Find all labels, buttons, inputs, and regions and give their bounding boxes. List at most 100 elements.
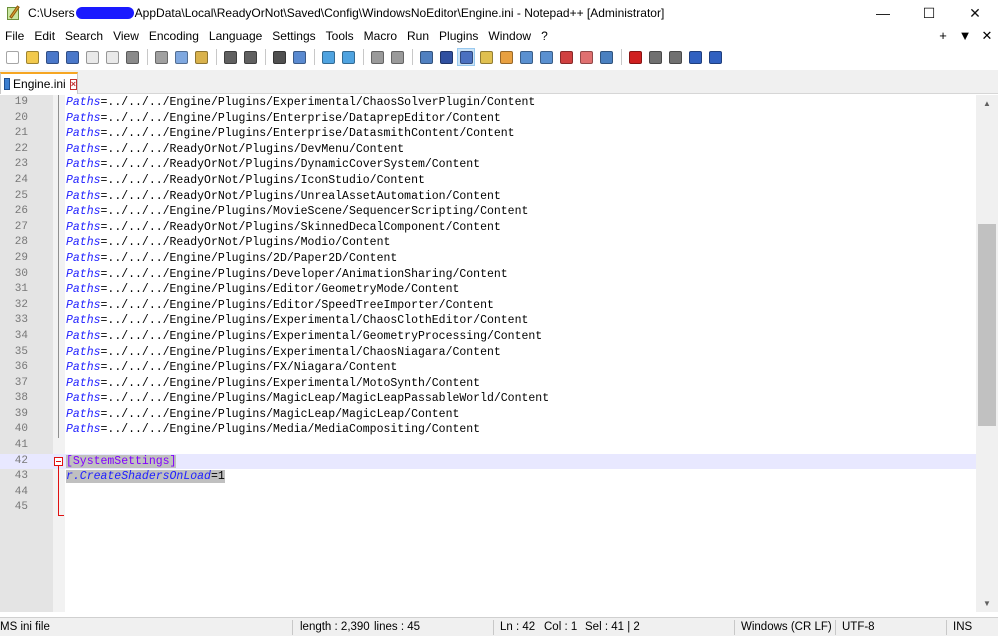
redo-icon[interactable] [241,48,259,66]
status-eol[interactable]: Windows (CR LF) [741,618,832,636]
line-number: 44 [14,485,28,498]
section-header: [SystemSettings] [66,454,177,468]
tab-list-button[interactable]: ▼ [954,26,976,46]
close-window-button[interactable]: ✕ [952,0,998,26]
zoom-out-icon[interactable] [339,48,357,66]
doc-list-icon[interactable] [557,48,575,66]
minimize-button[interactable]: — [860,0,906,26]
line-number: 38 [14,392,28,405]
new-tab-button[interactable]: + [932,26,954,46]
menu-search[interactable]: Search [60,26,108,46]
line-content: Paths=../../../Engine/Plugins/Enterprise… [66,126,515,142]
ini-key: Paths [66,236,101,250]
close-all-icon[interactable] [103,48,121,66]
line-number: 31 [14,283,28,296]
menu-settings[interactable]: Settings [267,26,320,46]
save-icon[interactable] [43,48,61,66]
open-file-icon[interactable] [23,48,41,66]
record-macro-icon[interactable] [626,48,644,66]
line-content: Paths=../../../Engine/Plugins/Experiment… [66,95,535,111]
vertical-scrollbar[interactable]: ▲ ▼ [976,95,998,612]
paste-icon[interactable] [192,48,210,66]
word-wrap-icon[interactable] [417,48,435,66]
menu-edit[interactable]: Edit [29,26,60,46]
tab-bar: Engine.ini × [0,70,998,94]
show-all-chars-icon[interactable] [437,48,455,66]
menu-macro[interactable]: Macro [359,26,402,46]
sync-horizontal-icon[interactable] [388,48,406,66]
play-macro-icon[interactable] [666,48,684,66]
udl-icon[interactable] [477,48,495,66]
status-divider [835,620,836,635]
monitoring-icon[interactable] [577,48,595,66]
zoom-in-icon[interactable] [319,48,337,66]
code-line: 34 Paths=../../../Engine/Plugins/Experime… [0,329,976,345]
line-content: Paths=../../../Engine/Plugins/Experiment… [66,345,501,361]
function-list-icon[interactable] [517,48,535,66]
scroll-up-icon[interactable]: ▲ [976,95,998,112]
ini-key: Paths [66,314,101,328]
print-icon[interactable] [123,48,141,66]
menu-run[interactable]: Run [402,26,434,46]
fold-toggle-icon[interactable] [54,456,63,466]
folder-workspace-icon[interactable] [537,48,555,66]
editor-area[interactable]: 19 Paths=../../../Engine/Plugins/Experime… [0,95,998,612]
tab-close-icon[interactable]: × [69,78,77,90]
ini-value: ../../../Engine/Plugins/Experimental/Cha… [107,345,501,359]
maximize-button[interactable]: ☐ [906,0,952,26]
code-line: 42 [SystemSettings] [0,453,976,470]
line-content: Paths=../../../ReadyOrNot/Plugins/Skinne… [66,220,501,236]
status-sel: Sel : 41 | 2 [585,621,640,633]
code-line: 21 Paths=../../../Engine/Plugins/Enterpri… [0,126,976,142]
ini-value: ../../../Engine/Plugins/Enterprise/Datap… [107,111,501,125]
menu-view[interactable]: View [108,26,144,46]
ini-value: ../../../ReadyOrNot/Plugins/IconStudio/C… [107,173,425,187]
line-number: 25 [14,189,28,202]
code-line: 44 [0,485,976,501]
ini-value: ../../../ReadyOrNot/Plugins/Modio/Conten… [107,236,391,250]
code-line: 33 Paths=../../../Engine/Plugins/Experime… [0,313,976,329]
code-line: 41 [0,438,976,454]
scrollbar-thumb[interactable] [978,224,996,426]
doc-map-icon[interactable] [497,48,515,66]
save-macro-icon[interactable] [706,48,724,66]
close-file-icon[interactable] [83,48,101,66]
line-content: Paths=../../../Engine/Plugins/Experiment… [66,329,542,345]
copy-icon[interactable] [172,48,190,66]
tab-engine-ini[interactable]: Engine.ini × [0,72,78,94]
status-encoding[interactable]: UTF-8 [842,618,875,636]
sync-vertical-icon[interactable] [368,48,386,66]
cut-icon[interactable] [152,48,170,66]
menu-encoding[interactable]: Encoding [144,26,204,46]
ini-key: Paths [66,127,101,141]
line-number: 22 [14,142,28,155]
menu-window[interactable]: Window [483,26,536,46]
menu-help[interactable]: ? [536,26,553,46]
save-all-icon[interactable] [63,48,81,66]
code-line: 29 Paths=../../../Engine/Plugins/2D/Paper… [0,251,976,267]
line-number: 29 [14,251,28,264]
menu-tools[interactable]: Tools [321,26,359,46]
stop-macro-icon[interactable] [646,48,664,66]
eye-icon[interactable] [597,48,615,66]
play-multiple-icon[interactable] [686,48,704,66]
menu-bar: File Edit Search View Encoding Language … [0,26,998,46]
menu-language[interactable]: Language [204,26,267,46]
close-tab-button[interactable]: ✕ [976,26,998,46]
line-content: Paths=../../../Engine/Plugins/Editor/Geo… [66,282,459,298]
ini-key: Paths [66,298,101,312]
find-icon[interactable] [270,48,288,66]
new-file-icon[interactable] [3,48,21,66]
status-insert-mode[interactable]: INS [953,618,972,636]
code-line: 38 Paths=../../../Engine/Plugins/MagicLea… [0,391,976,407]
title-prefix: C:\Users [28,6,75,20]
replace-icon[interactable] [290,48,308,66]
indent-guide-icon[interactable] [457,48,475,66]
ini-value: ../../../ReadyOrNot/Plugins/UnrealAssetA… [107,189,501,203]
scroll-down-icon[interactable]: ▼ [976,595,998,612]
menu-file[interactable]: File [0,26,29,46]
menu-plugins[interactable]: Plugins [434,26,483,46]
undo-icon[interactable] [221,48,239,66]
line-content: Paths=../../../Engine/Plugins/Enterprise… [66,111,501,127]
line-number: 30 [14,267,28,280]
